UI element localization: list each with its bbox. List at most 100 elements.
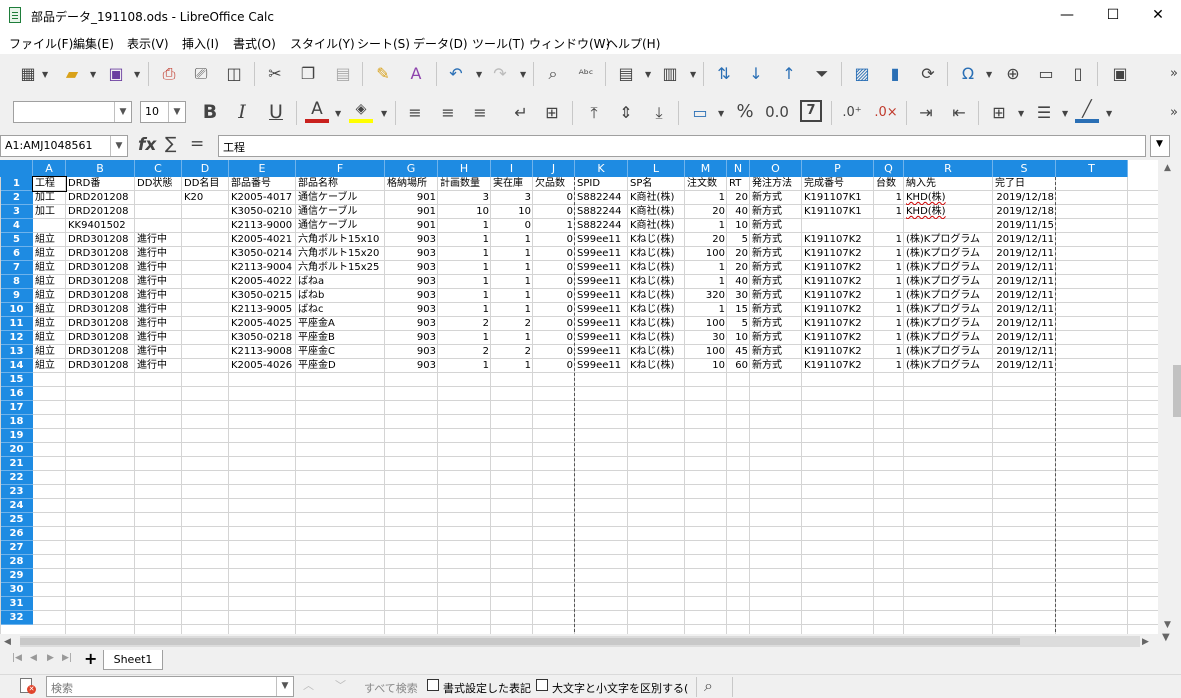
cell-p12[interactable]: K191107K2: [802, 331, 874, 345]
cell-k11[interactable]: S99ee11: [575, 317, 628, 331]
cell-g14[interactable]: 903: [385, 359, 438, 373]
close-button[interactable]: ✕: [1135, 0, 1181, 31]
cell-c8[interactable]: 進行中: [135, 275, 182, 289]
menu-file[interactable]: ファイル(F): [9, 35, 73, 52]
cell-l2[interactable]: K商社(株): [628, 191, 685, 205]
cell-r2[interactable]: KHD(株): [904, 191, 993, 205]
cell-f3[interactable]: 通信ケーブル: [296, 205, 385, 219]
cell-h10[interactable]: 1: [438, 303, 491, 317]
cell-j11[interactable]: 0: [533, 317, 575, 331]
center-vertically-icon[interactable]: ⇕: [614, 101, 638, 125]
undo-icon[interactable]: ↶: [444, 62, 468, 86]
cell-n12[interactable]: 10: [727, 331, 750, 345]
cell-q10[interactable]: 1: [874, 303, 904, 317]
cell-i3[interactable]: 10: [491, 205, 533, 219]
paste-icon[interactable]: ▤: [331, 62, 355, 86]
cell-n2[interactable]: 20: [727, 191, 750, 205]
cell-e1[interactable]: 部品番号: [229, 177, 296, 191]
column-header-h[interactable]: H: [438, 160, 491, 177]
column-header-l[interactable]: L: [628, 160, 685, 177]
cell-j5[interactable]: 0: [533, 233, 575, 247]
cell-o10[interactable]: 新方式: [750, 303, 802, 317]
match-case-checkbox[interactable]: [536, 679, 548, 691]
cell-q3[interactable]: 1: [874, 205, 904, 219]
cell-b12[interactable]: DRD301208: [66, 331, 135, 345]
cell-l14[interactable]: Kねじ(株): [628, 359, 685, 373]
cell-m12[interactable]: 30: [685, 331, 727, 345]
cell-i2[interactable]: 3: [491, 191, 533, 205]
cell-b3[interactable]: DRD201208: [66, 205, 135, 219]
cell-n8[interactable]: 40: [727, 275, 750, 289]
cell-l8[interactable]: Kねじ(株): [628, 275, 685, 289]
cell-a8[interactable]: 組立: [33, 275, 66, 289]
cell-k4[interactable]: S882244: [575, 219, 628, 233]
align-top-icon[interactable]: ⤒: [582, 101, 606, 125]
redo-icon[interactable]: ↷: [488, 62, 512, 86]
column-header-c[interactable]: C: [135, 160, 182, 177]
bold-button[interactable]: B: [198, 100, 222, 124]
cell-j7[interactable]: 0: [533, 261, 575, 275]
cell-o4[interactable]: 新方式: [750, 219, 802, 233]
merge-cells-icon[interactable]: ⊞: [540, 101, 564, 125]
cell-e3[interactable]: K3050-0210: [229, 205, 296, 219]
header-footer-icon[interactable]: ▯: [1066, 62, 1090, 86]
cell-e9[interactable]: K3050-0215: [229, 289, 296, 303]
cell-f7[interactable]: 六角ボルト15x25: [296, 261, 385, 275]
cell-g7[interactable]: 903: [385, 261, 438, 275]
cell-s8[interactable]: 2019/12/11: [993, 275, 1056, 289]
cell-k10[interactable]: S99ee11: [575, 303, 628, 317]
cell-a10[interactable]: 組立: [33, 303, 66, 317]
row-header-29[interactable]: 29: [0, 569, 33, 583]
row-header-22[interactable]: 22: [0, 471, 33, 485]
cell-c7[interactable]: 進行中: [135, 261, 182, 275]
cell-g9[interactable]: 903: [385, 289, 438, 303]
font-name-dropdown-icon[interactable]: ▼: [114, 102, 131, 122]
row-header-23[interactable]: 23: [0, 485, 33, 499]
export-pdf-icon[interactable]: ⎙: [157, 62, 181, 86]
cell-j6[interactable]: 0: [533, 247, 575, 261]
cell-h12[interactable]: 1: [438, 331, 491, 345]
cell-r3[interactable]: KHD(株): [904, 205, 993, 219]
cell-r11[interactable]: (株)Kプログラム: [904, 317, 993, 331]
cell-r13[interactable]: (株)Kプログラム: [904, 345, 993, 359]
column-header-r[interactable]: R: [904, 160, 993, 177]
cell-o7[interactable]: 新方式: [750, 261, 802, 275]
cell-h14[interactable]: 1: [438, 359, 491, 373]
border-style-icon[interactable]: ☰: [1032, 101, 1056, 125]
align-right-icon[interactable]: ≡: [468, 101, 492, 125]
print-icon[interactable]: ⎚: [189, 62, 213, 86]
copy-icon[interactable]: ❐: [296, 62, 320, 86]
cell-k1[interactable]: SPID: [575, 177, 628, 191]
cell-h9[interactable]: 1: [438, 289, 491, 303]
cell-b7[interactable]: DRD301208: [66, 261, 135, 275]
cell-m7[interactable]: 1: [685, 261, 727, 275]
cell-p14[interactable]: K191107K2: [802, 359, 874, 373]
font-size-box[interactable]: 10 ▼: [140, 101, 186, 123]
cell-o3[interactable]: 新方式: [750, 205, 802, 219]
cell-g8[interactable]: 903: [385, 275, 438, 289]
row-header-10[interactable]: 10: [0, 303, 33, 317]
cell-j12[interactable]: 0: [533, 331, 575, 345]
cell-l3[interactable]: K商社(株): [628, 205, 685, 219]
cell-s9[interactable]: 2019/12/11: [993, 289, 1056, 303]
border-color-dropdown-icon[interactable]: ▼: [1106, 109, 1112, 118]
cell-q8[interactable]: 1: [874, 275, 904, 289]
cell-e6[interactable]: K3050-0214: [229, 247, 296, 261]
cell-s2[interactable]: 2019/12/18: [993, 191, 1056, 205]
cell-h7[interactable]: 1: [438, 261, 491, 275]
special-character-dropdown-icon[interactable]: ▼: [986, 70, 992, 79]
menu-window[interactable]: ウィンドウ(W): [529, 35, 610, 52]
cell-c13[interactable]: 進行中: [135, 345, 182, 359]
row-header-16[interactable]: 16: [0, 387, 33, 401]
cell-h2[interactable]: 3: [438, 191, 491, 205]
find-all-button[interactable]: すべて検索: [364, 680, 418, 696]
cell-e14[interactable]: K2005-4026: [229, 359, 296, 373]
cell-s10[interactable]: 2019/12/11: [993, 303, 1056, 317]
column-header-t[interactable]: T: [1056, 160, 1128, 177]
find-next-icon[interactable]: ﹀: [335, 677, 346, 693]
cell-s3[interactable]: 2019/12/18: [993, 205, 1056, 219]
cell-k13[interactable]: S99ee11: [575, 345, 628, 359]
cell-a12[interactable]: 組立: [33, 331, 66, 345]
cell-a5[interactable]: 組立: [33, 233, 66, 247]
cell-o1[interactable]: 発注方法: [750, 177, 802, 191]
